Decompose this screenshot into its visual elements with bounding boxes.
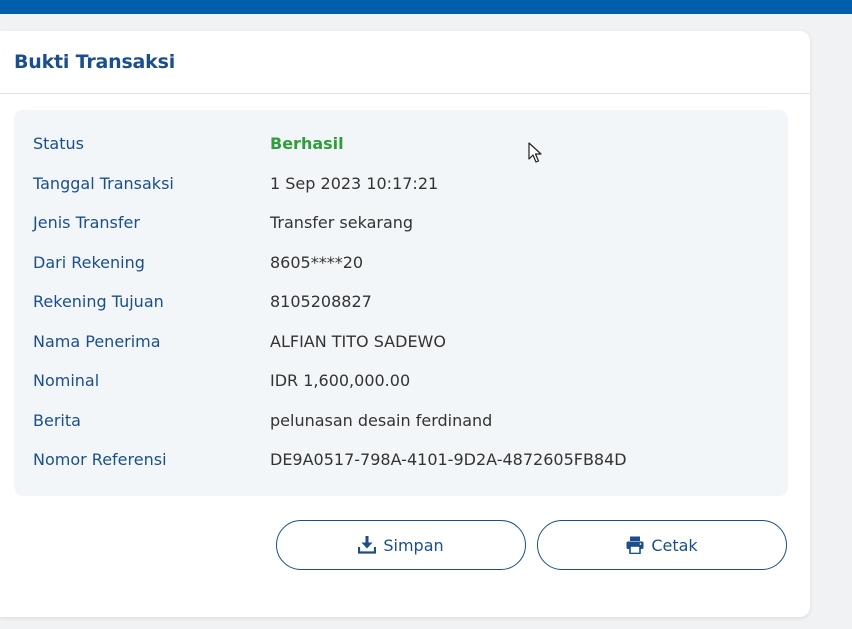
detail-row-message: Berita pelunasan desain ferdinand — [14, 401, 788, 441]
detail-row-transfer-type: Jenis Transfer Transfer sekarang — [14, 203, 788, 243]
save-button-label: Simpan — [383, 535, 444, 555]
mouse-cursor-icon — [528, 142, 542, 163]
status-label: Status — [33, 134, 84, 154]
transaction-date-value: 1 Sep 2023 10:17:21 — [270, 173, 439, 193]
page-title: Bukti Transaksi — [14, 51, 176, 73]
transaction-receipt-card: Bukti Transaksi Status Berhasil Tanggal … — [0, 31, 810, 617]
transaction-date-label: Tanggal Transaksi — [33, 173, 174, 193]
transfer-type-label: Jenis Transfer — [33, 213, 140, 233]
source-account-value: 8605****20 — [270, 252, 364, 272]
detail-row-reference-number: Nomor Referensi DE9A0517-798A-4101-9D2A-… — [14, 440, 788, 480]
detail-row-amount: Nominal IDR 1,600,000.00 — [14, 361, 788, 401]
download-icon — [358, 536, 377, 554]
message-value: pelunasan desain ferdinand — [270, 410, 493, 430]
print-button[interactable]: Cetak — [537, 520, 787, 570]
status-value: Berhasil — [270, 134, 344, 154]
destination-account-label: Rekening Tujuan — [33, 292, 164, 312]
destination-account-value: 8105208827 — [270, 292, 372, 312]
detail-row-date: Tanggal Transaksi 1 Sep 2023 10:17:21 — [14, 164, 788, 204]
message-label: Berita — [33, 410, 81, 430]
detail-row-status: Status Berhasil — [14, 124, 788, 164]
save-button[interactable]: Simpan — [276, 520, 526, 570]
detail-row-source-account: Dari Rekening 8605****20 — [14, 243, 788, 283]
amount-label: Nominal — [33, 371, 100, 391]
transfer-type-value: Transfer sekarang — [270, 213, 414, 233]
amount-value: IDR 1,600,000.00 — [270, 371, 411, 391]
detail-row-destination-account: Rekening Tujuan 8105208827 — [14, 282, 788, 322]
recipient-name-label: Nama Penerima — [33, 331, 161, 351]
print-button-label: Cetak — [651, 535, 698, 555]
reference-number-label: Nomor Referensi — [33, 450, 167, 470]
reference-number-value: DE9A0517-798A-4101-9D2A-4872605FB84D — [270, 450, 627, 470]
printer-icon — [626, 536, 644, 554]
receipt-actions: Simpan Cetak — [276, 520, 787, 570]
top-bar — [0, 0, 852, 14]
transaction-details: Status Berhasil Tanggal Transaksi 1 Sep … — [14, 110, 788, 496]
detail-row-recipient-name: Nama Penerima ALFIAN TITO SADEWO — [14, 322, 788, 362]
recipient-name-value: ALFIAN TITO SADEWO — [270, 331, 446, 351]
source-account-label: Dari Rekening — [33, 252, 145, 272]
card-header: Bukti Transaksi — [0, 31, 810, 94]
